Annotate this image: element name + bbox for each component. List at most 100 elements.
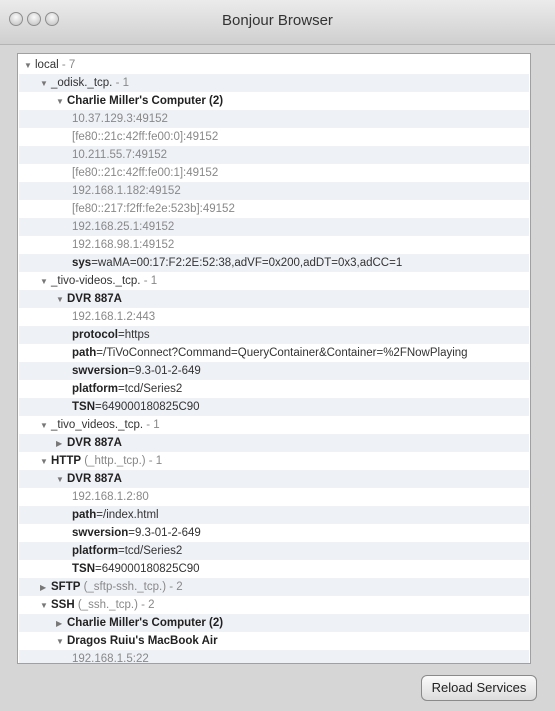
tree-row[interactable]: path=/index.html [19, 506, 529, 524]
txt-record-value: =9.3-01-2-649 [128, 527, 201, 539]
tree-item-label: Dragos Ruiu's MacBook Air [67, 635, 218, 647]
tree-item-label: local [35, 59, 59, 71]
service-address: 10.37.129.3:49152 [72, 113, 168, 125]
service-address: [fe80::217:f2ff:fe2e:523b]:49152 [72, 203, 235, 215]
tree-row[interactable]: 10.37.129.3:49152 [19, 110, 529, 128]
tree-row[interactable]: platform=tcd/Series2 [19, 542, 529, 560]
tree-row[interactable]: sys=waMA=00:17:F2:2E:52:38,adVF=0x200,ad… [19, 254, 529, 272]
tree-row[interactable]: swversion=9.3-01-2-649 [19, 362, 529, 380]
disclosure-open-icon[interactable]: ▼ [40, 453, 50, 470]
tree-row[interactable]: 192.168.25.1:49152 [19, 218, 529, 236]
tree-row[interactable]: 192.168.1.2:80 [19, 488, 529, 506]
disclosure-open-icon[interactable]: ▼ [56, 291, 66, 308]
disclosure-closed-icon[interactable]: ▶ [56, 615, 66, 632]
tree-item-label: _tivo-videos._tcp. [51, 275, 141, 287]
tree-row[interactable]: TSN=649000180825C90 [19, 398, 529, 416]
txt-record-key: protocol [72, 329, 118, 341]
txt-record-value: =https [118, 329, 150, 341]
tree-item-label: _tivo_videos._tcp. [51, 419, 144, 431]
txt-record-value: =/index.html [96, 509, 159, 521]
title-bar: Bonjour Browser [0, 0, 555, 45]
txt-record-key: sys [72, 257, 92, 269]
txt-record-key: TSN [72, 401, 95, 413]
tree-item-label: DVR 887A [67, 473, 122, 485]
tree-row[interactable]: platform=tcd/Series2 [19, 380, 529, 398]
tree-row[interactable]: ▼ DVR 887A [19, 290, 529, 308]
disclosure-open-icon[interactable]: ▼ [40, 417, 50, 434]
tree-row[interactable]: ▼ Dragos Ruiu's MacBook Air [19, 632, 529, 650]
tree-item-suffix: - 1 [143, 419, 160, 431]
tree-row[interactable]: TSN=649000180825C90 [19, 560, 529, 578]
tree-item-suffix: (_ssh._tcp.) - 2 [74, 599, 155, 611]
disclosure-open-icon[interactable]: ▼ [24, 57, 34, 74]
tree-row[interactable]: [fe80::217:f2ff:fe2e:523b]:49152 [19, 200, 529, 218]
tree-item-suffix: - 1 [112, 77, 129, 89]
disclosure-open-icon[interactable]: ▼ [56, 93, 66, 110]
tree-row[interactable]: ▼ local - 7 [19, 56, 529, 74]
disclosure-closed-icon[interactable]: ▶ [56, 435, 66, 452]
tree-row[interactable]: 192.168.1.5:22 [19, 650, 529, 664]
service-address: 192.168.1.2:443 [72, 311, 156, 323]
txt-record-value: =tcd/Series2 [118, 383, 183, 395]
tree-row[interactable]: ▶ DVR 887A [19, 434, 529, 452]
txt-record-key: platform [72, 383, 118, 395]
service-address: 192.168.1.182:49152 [72, 185, 181, 197]
disclosure-open-icon[interactable]: ▼ [56, 471, 66, 488]
tree-item-label: DVR 887A [67, 437, 122, 449]
tree-item-suffix: - 7 [58, 59, 76, 71]
txt-record-key: swversion [72, 365, 129, 377]
tree-row[interactable]: path=/TiVoConnect?Command=QueryContainer… [19, 344, 529, 362]
tree-row[interactable]: ▼ SSH (_ssh._tcp.) - 2 [19, 596, 529, 614]
tree-item-label: DVR 887A [67, 293, 122, 305]
tree-row[interactable]: ▼ _tivo-videos._tcp. - 1 [19, 272, 529, 290]
txt-record-value: =9.3-01-2-649 [128, 365, 201, 377]
window-title: Bonjour Browser [222, 12, 333, 29]
tree-item-label: Charlie Miller's Computer (2) [67, 95, 224, 107]
tree-row[interactable]: 192.168.1.182:49152 [19, 182, 529, 200]
tree-row[interactable]: 192.168.98.1:49152 [19, 236, 529, 254]
tree-item-suffix: (_http._tcp.) - 1 [81, 455, 163, 467]
service-address: 192.168.1.2:80 [72, 491, 149, 503]
txt-record-value: =tcd/Series2 [118, 545, 183, 557]
tree-row[interactable]: ▶ SFTP (_sftp-ssh._tcp.) - 2 [19, 578, 529, 596]
tree-row[interactable]: ▼ HTTP (_http._tcp.) - 1 [19, 452, 529, 470]
tree-row[interactable]: [fe80::21c:42ff:fe00:1]:49152 [19, 164, 529, 182]
tree-row[interactable]: ▼ DVR 887A [19, 470, 529, 488]
disclosure-open-icon[interactable]: ▼ [56, 633, 66, 650]
service-address: [fe80::21c:42ff:fe00:0]:49152 [72, 131, 219, 143]
service-address: 192.168.25.1:49152 [72, 221, 175, 233]
tree-row[interactable]: ▶ Charlie Miller's Computer (2) [19, 614, 529, 632]
tree-item-label: SFTP [51, 581, 81, 593]
tree-row[interactable]: [fe80::21c:42ff:fe00:0]:49152 [19, 128, 529, 146]
tree-item-label: HTTP [51, 455, 82, 467]
tree-row[interactable]: protocol=https [19, 326, 529, 344]
tree-row[interactable]: ▼ Charlie Miller's Computer (2) [19, 92, 529, 110]
tree-row[interactable]: swversion=9.3-01-2-649 [19, 524, 529, 542]
disclosure-closed-icon[interactable]: ▶ [40, 579, 50, 596]
tree-item-suffix: - 1 [140, 275, 158, 287]
txt-record-key: platform [72, 545, 118, 557]
service-address: [fe80::21c:42ff:fe00:1]:49152 [72, 167, 219, 179]
disclosure-open-icon[interactable]: ▼ [40, 273, 50, 290]
txt-record-value: =waMA=00:17:F2:2E:52:38,adVF=0x200,adDT=… [91, 257, 403, 269]
txt-record-key: path [72, 347, 97, 359]
service-address: 192.168.98.1:49152 [72, 239, 175, 251]
tree-row[interactable]: 192.168.1.2:443 [19, 308, 529, 326]
tree-row[interactable]: ▼ _odisk._tcp. - 1 [19, 74, 529, 92]
bonjour-browser-window: Bonjour Browser ▼ local - 7 ▼ _odisk._tcp. … [0, 0, 555, 711]
disclosure-open-icon[interactable]: ▼ [40, 75, 50, 92]
service-address: 10.211.55.7:49152 [72, 149, 168, 161]
services-tree[interactable]: ▼ local - 7 ▼ _odisk._tcp. - 1 ▼ Charlie Mill… [17, 53, 531, 664]
reload-services-button[interactable]: Reload Services [421, 675, 537, 701]
disclosure-open-icon[interactable]: ▼ [40, 597, 50, 614]
txt-record-value: =649000180825C90 [95, 401, 200, 413]
tree-row[interactable]: ▼ _tivo_videos._tcp. - 1 [19, 416, 529, 434]
tree-item-suffix: (_sftp-ssh._tcp.) - 2 [80, 581, 183, 593]
tree-item-label: Charlie Miller's Computer (2) [67, 617, 224, 629]
service-address: 192.168.1.5:22 [72, 653, 149, 664]
txt-record-key: path [72, 509, 97, 521]
tree-item-label: _odisk._tcp. [51, 77, 113, 89]
tree-row[interactable]: 10.211.55.7:49152 [19, 146, 529, 164]
txt-record-value: =/TiVoConnect?Command=QueryContainer&Con… [96, 347, 468, 359]
txt-record-value: =649000180825C90 [95, 563, 200, 575]
